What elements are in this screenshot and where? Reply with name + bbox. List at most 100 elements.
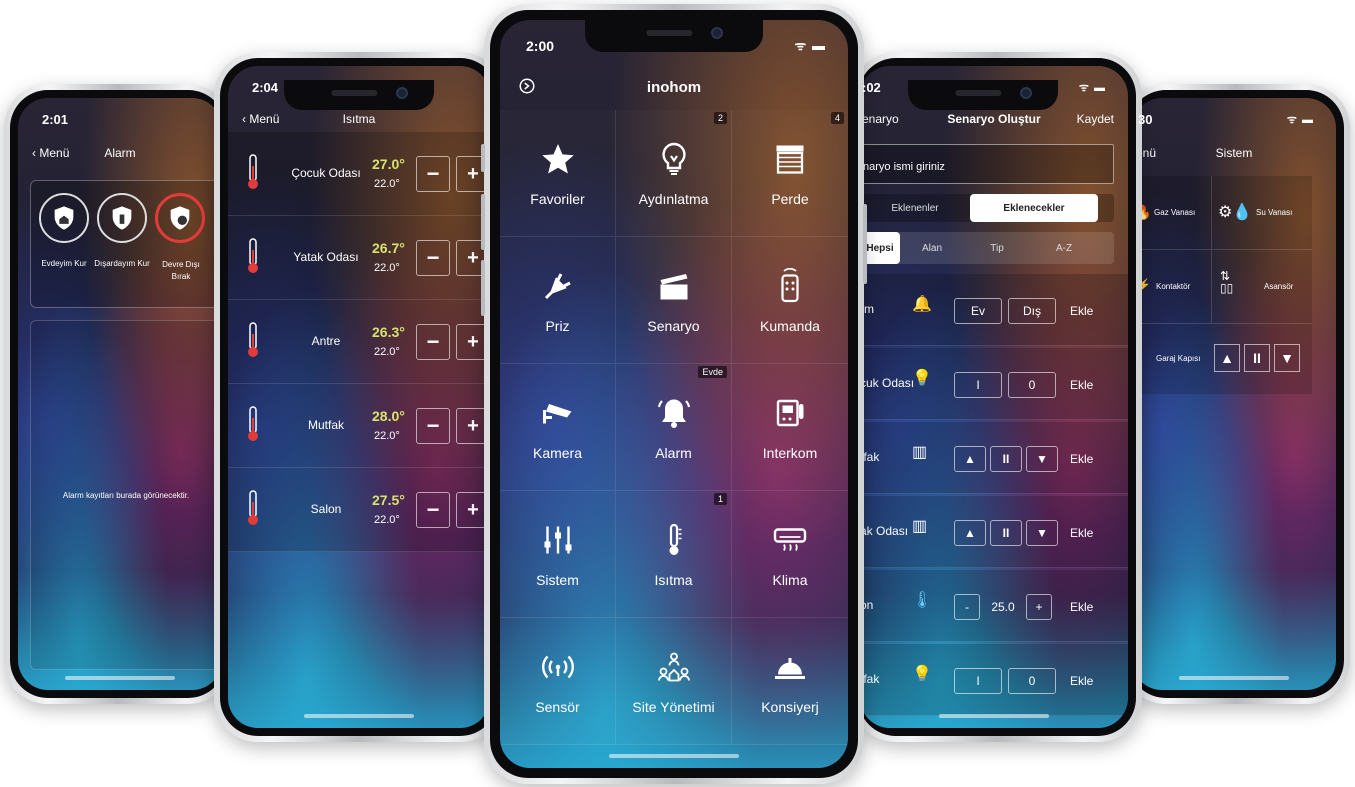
tile-system[interactable]: Sistem (500, 491, 616, 618)
add-button[interactable]: Ekle (1070, 304, 1093, 318)
elevator-item[interactable]: ⇅ ▯▯ Asansör (1212, 250, 1312, 324)
current-temp: 28.0° (372, 408, 405, 424)
device-name: cuk Odası (860, 376, 915, 390)
arm-away-button[interactable] (97, 193, 147, 243)
set-temp: 22.0° (374, 178, 400, 190)
alarm-log-panel: Alarm kayıtları burada görünecektir. (30, 320, 222, 670)
close-option[interactable]: ▼ (1026, 520, 1058, 546)
curtain-icon (770, 139, 810, 179)
tile-lighting[interactable]: 2 Aydınlatma (616, 110, 732, 237)
decrease-button[interactable]: − (416, 324, 450, 360)
tile-camera[interactable]: Kamera (500, 364, 616, 491)
item-label: Gaz Vanası (1154, 208, 1196, 217)
scenario-name-input[interactable]: naryo ismi giriniz (860, 144, 1114, 184)
list-item[interactable]: Çocuk Odası 27.0° 22.0° − + (228, 132, 490, 216)
app-title: inohom (646, 78, 702, 96)
add-button[interactable]: Ekle (1070, 600, 1093, 614)
garage-close-button[interactable]: ▼ (1274, 344, 1300, 372)
tile-socket[interactable]: Priz (500, 237, 616, 364)
set-temp: 22.0° (374, 514, 400, 526)
decrease-button[interactable]: − (416, 408, 450, 444)
thermometer-icon (248, 154, 258, 189)
water-valve-item[interactable]: ⚙💧 Su Vanası (1212, 176, 1312, 250)
off-option[interactable]: 0 (1008, 668, 1056, 694)
home-option[interactable]: Ev (954, 298, 1002, 324)
tile-sensor[interactable]: Sensör (500, 618, 616, 745)
tab-to-add[interactable]: Eklenecekler (970, 194, 1098, 222)
alarm-bell-icon: 🔔 (912, 296, 932, 313)
page-title: Sistem (1215, 146, 1253, 160)
tile-heating[interactable]: 1 Isıtma (616, 491, 732, 618)
increase-option[interactable]: + (1026, 594, 1052, 620)
save-button[interactable]: Kaydet (1077, 112, 1114, 126)
close-option[interactable]: ▼ (1026, 446, 1058, 472)
tile-favorites[interactable]: Favoriler (500, 110, 616, 237)
filter-az[interactable]: A-Z (1030, 232, 1098, 264)
decrease-button[interactable]: − (416, 240, 450, 276)
count-badge: 1 (713, 493, 727, 505)
phone-alarm: 2:01 ‹ Menü Alarm Evdeyim Kur Dışardayım… (4, 84, 232, 704)
item-label: Garaj Kapısı (1156, 354, 1201, 363)
disarm-button[interactable] (155, 193, 205, 243)
remote-icon (770, 266, 810, 306)
current-temp: 26.7° (372, 240, 405, 256)
arm-home-button[interactable] (39, 193, 89, 243)
list-item[interactable]: Salon 27.5° 22.0° − + (228, 468, 490, 552)
stop-option[interactable]: II (990, 520, 1022, 546)
garage-open-button[interactable]: ▲ (1214, 344, 1240, 372)
garage-door-item: ▤ Garaj Kapısı ▲ II ▼ (1132, 324, 1312, 394)
logout-icon[interactable] (518, 77, 536, 98)
category-grid: Favoriler 2 Aydınlatma 4 Perde Priz Sena… (500, 110, 848, 745)
tile-air-conditioner[interactable]: Klima (732, 491, 848, 618)
back-button[interactable]: ‹ Menü (242, 112, 279, 126)
app-showcase: 2:01 ‹ Menü Alarm Evdeyim Kur Dışardayım… (0, 0, 1355, 787)
room-name: Antre (311, 334, 341, 348)
tile-site-management[interactable]: Site Yönetimi (616, 618, 732, 745)
thermometer-icon (248, 490, 258, 525)
decrease-option[interactable]: - (954, 594, 980, 620)
input-placeholder: naryo ismi giriniz (863, 161, 945, 173)
list-item[interactable]: Yatak Odası 26.7° 22.0° − + (228, 216, 490, 300)
on-option[interactable]: I (954, 372, 1002, 398)
open-option[interactable]: ▲ (954, 520, 986, 546)
add-button[interactable]: Ekle (1070, 526, 1093, 540)
intercom-icon (770, 393, 810, 433)
decrease-button[interactable]: − (416, 492, 450, 528)
tile-alarm[interactable]: Evde Alarm (616, 364, 732, 491)
stop-option[interactable]: II (990, 446, 1022, 472)
tile-curtain[interactable]: 4 Perde (732, 110, 848, 237)
back-button[interactable]: enaryo (862, 112, 899, 126)
back-button[interactable]: ‹ Menü (32, 146, 69, 160)
elevator-icon: ⇅ ▯▯ (1220, 269, 1234, 295)
gas-valve-item[interactable]: 🔥 Gaz Vanası (1132, 176, 1212, 250)
filter-type[interactable]: Tip (964, 232, 1030, 264)
tile-remote[interactable]: Kumanda (732, 237, 848, 364)
lightbulb-icon (654, 139, 694, 179)
status-time: 30 (1138, 112, 1153, 127)
off-option[interactable]: 0 (1008, 372, 1056, 398)
tile-intercom[interactable]: Interkom (732, 364, 848, 491)
filter-area[interactable]: Alan (900, 232, 964, 264)
tile-scenario[interactable]: Senaryo (616, 237, 732, 364)
add-button[interactable]: Ekle (1070, 378, 1093, 392)
room-name: Mutfak (307, 418, 344, 432)
decrease-button[interactable]: − (416, 156, 450, 192)
away-option[interactable]: Dış (1008, 298, 1056, 324)
clapperboard-icon (654, 266, 694, 306)
on-option[interactable]: I (954, 668, 1002, 694)
home-indicator (939, 714, 1049, 718)
lightbulb-icon: 💡 (912, 370, 932, 387)
list-item[interactable]: Mutfak 28.0° 22.0° − + (228, 384, 490, 468)
list-item[interactable]: Antre 26.3° 22.0° − + (228, 300, 490, 384)
sensor-icon (538, 647, 578, 687)
garage-stop-button[interactable]: II (1244, 344, 1270, 372)
add-button[interactable]: Ekle (1070, 674, 1093, 688)
contactor-item[interactable]: ⚡ Kontaktör (1132, 250, 1212, 324)
open-option[interactable]: ▲ (954, 446, 986, 472)
tile-concierge[interactable]: Konsiyerj (732, 618, 848, 745)
thermometer-icon (248, 238, 258, 273)
tab-added[interactable]: Eklenenler (860, 194, 970, 222)
add-button[interactable]: Ekle (1070, 452, 1093, 466)
filter-tabs: Hepsi Alan Tip A-Z (860, 232, 1114, 264)
page-title: Senaryo Oluştur (947, 112, 1041, 126)
